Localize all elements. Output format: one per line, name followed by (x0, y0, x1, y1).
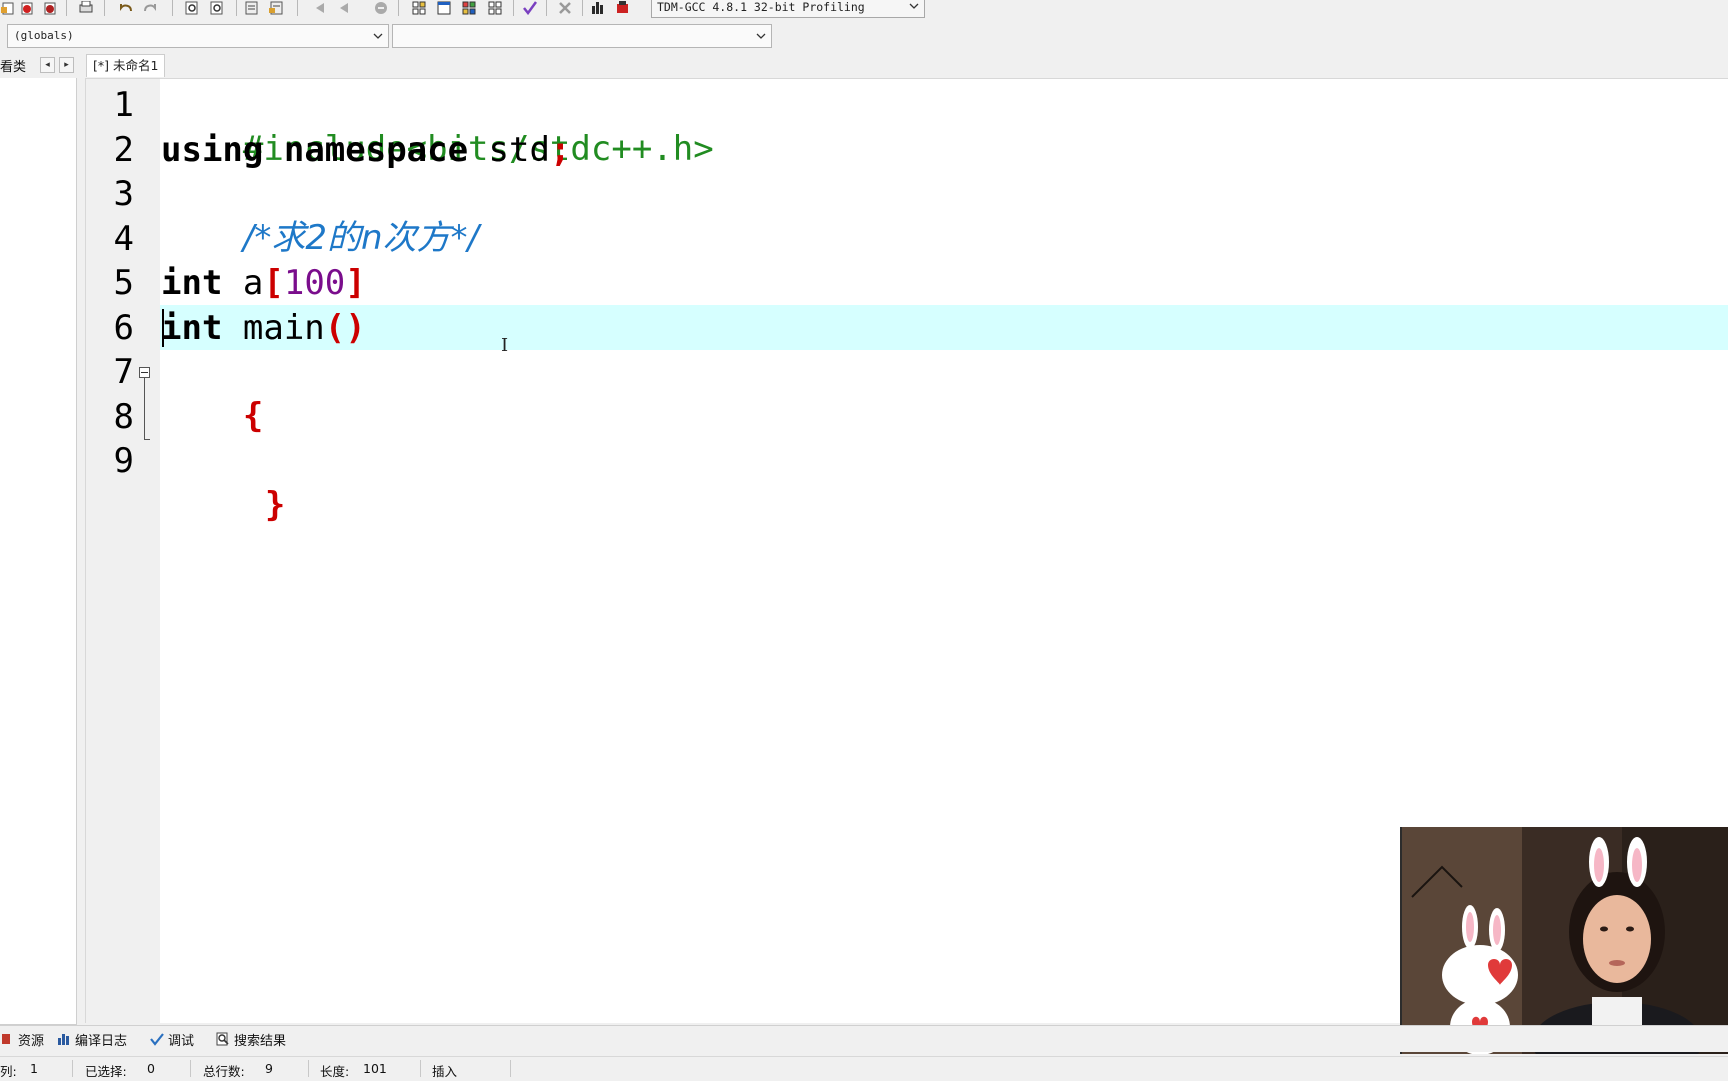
scope-member-select[interactable] (392, 24, 772, 48)
stop-icon[interactable] (373, 0, 389, 15)
status-col-value: 1 (30, 1061, 38, 1076)
checkmark-icon (150, 1032, 164, 1046)
keyword: int (161, 308, 223, 348)
code-line-5: int a[100] (161, 261, 366, 305)
debug-icon[interactable] (615, 0, 631, 15)
line-number: 6 (113, 308, 134, 348)
tab-prev-button[interactable]: ◂ (40, 57, 55, 73)
chevron-down-icon (755, 26, 767, 54)
search-icon (216, 1032, 230, 1046)
code-line-2: using namespace std; (161, 128, 570, 172)
line-number-gutter: 1 2 3 4 5 6 7 8 9 (86, 79, 160, 1023)
chart-icon (57, 1032, 71, 1046)
close-all-icon[interactable] (42, 0, 58, 15)
symbol: ] (345, 263, 366, 303)
print-icon[interactable] (78, 0, 94, 15)
line-number: 7 (113, 352, 134, 392)
tab-compile-log[interactable]: 编译日志 (57, 1030, 128, 1049)
code-line-1: #include<bits/stdc++.h> (161, 83, 714, 169)
line-number: 4 (113, 219, 134, 259)
new-file-icon[interactable] (0, 0, 16, 15)
find-icon[interactable] (185, 0, 201, 15)
keyword: namespace (283, 130, 469, 170)
line-number: 5 (113, 263, 134, 303)
tab-resources-label: 资源 (18, 1033, 45, 1049)
brace-open: { (242, 396, 264, 436)
line-number: 3 (113, 174, 134, 214)
undo-icon[interactable] (118, 0, 134, 15)
code-line-3: /*求2的n次方*/ (161, 172, 479, 258)
compile-run-icon[interactable] (462, 0, 478, 15)
tab-debug-label: 调试 (168, 1033, 195, 1049)
active-line-highlight (160, 305, 1728, 350)
tab-debug[interactable]: 调试 (150, 1030, 195, 1049)
chevron-down-icon (909, 0, 919, 14)
tab-next-button[interactable]: ▸ (59, 57, 74, 73)
compiler-select[interactable]: TDM-GCC 4.8.1 32-bit Profiling (651, 0, 925, 18)
code-line-9: } (183, 439, 285, 525)
tab-search-results-label: 搜索结果 (234, 1033, 287, 1049)
status-col-label: 列: (0, 1064, 17, 1079)
ibeam-cursor-icon: I (501, 335, 509, 356)
tab-search-results[interactable]: 搜索结果 (216, 1030, 287, 1049)
symbol: ; (549, 130, 571, 170)
line-number: 9 (113, 441, 134, 481)
rebuild-icon[interactable] (488, 0, 504, 15)
fold-guide-end (144, 439, 150, 440)
status-lines-label: 总行数: (203, 1064, 245, 1079)
compile-icon[interactable] (412, 0, 428, 15)
bottom-panel-tabs: 资源 编译日志 调试 搜索结果 (0, 1025, 1728, 1052)
close-file-icon[interactable] (19, 0, 35, 15)
back-icon[interactable] (312, 0, 328, 15)
status-bar: 列: 1 已选择: 0 总行数: 9 长度: 101 插入 (0, 1056, 1728, 1081)
symbol: () (324, 308, 366, 348)
line-number: 1 (113, 85, 134, 125)
status-insert-mode: 插入 (432, 1064, 458, 1079)
identifier: a (222, 263, 264, 303)
tab-resources[interactable]: 资源 (0, 1030, 45, 1049)
comment: /*求2的n次方*/ (242, 218, 479, 258)
delete-icon[interactable] (557, 0, 573, 15)
compiler-select-value: TDM-GCC 4.8.1 32-bit Profiling (657, 0, 865, 14)
scope-globals-value: (globals) (14, 29, 74, 42)
check-syntax-icon[interactable] (522, 0, 538, 15)
run-icon[interactable] (437, 0, 453, 15)
replace-icon[interactable] (210, 0, 226, 15)
status-lines-value: 9 (265, 1061, 273, 1076)
line-number: 8 (113, 397, 134, 437)
status-length-label: 长度: (320, 1064, 350, 1079)
chart-icon[interactable] (590, 0, 606, 15)
resources-icon (0, 1032, 14, 1046)
brace-close: } (264, 485, 286, 525)
status-selected-value: 0 (147, 1061, 155, 1076)
status-selected-label: 已选择: (85, 1064, 127, 1079)
scope-globals-select[interactable]: (globals) (7, 24, 389, 48)
left-panel: 看类 ◂ ▸ (0, 52, 77, 1025)
status-length-value: 101 (363, 1061, 387, 1076)
class-browser-tree[interactable] (0, 78, 77, 1025)
redo-icon[interactable] (142, 0, 158, 15)
code-line-6: int main() (161, 306, 366, 350)
keyword: int (161, 263, 223, 303)
tab-compile-log-label: 编译日志 (75, 1033, 128, 1049)
text-caret (162, 309, 164, 347)
fold-toggle[interactable] (139, 367, 150, 378)
number-literal: 100 (283, 263, 346, 303)
code-line-7: { (161, 350, 263, 436)
chevron-down-icon (372, 26, 384, 54)
webcam-overlay (1400, 827, 1728, 1054)
symbol: [ (263, 263, 284, 303)
unindent-icon[interactable] (269, 0, 285, 15)
identifier: std (468, 130, 550, 170)
main-toolbar: TDM-GCC 4.8.1 32-bit Profiling (0, 0, 1728, 22)
keyword: using (161, 130, 264, 170)
line-number: 2 (113, 130, 134, 170)
indent-icon[interactable] (244, 0, 260, 15)
fold-guide (144, 378, 145, 440)
identifier: main (222, 308, 325, 348)
forward-icon[interactable] (336, 0, 352, 15)
tab-file-untitled1[interactable]: [*] 未命名1 (86, 54, 166, 77)
class-browser-tab[interactable]: 看类 (0, 56, 26, 75)
